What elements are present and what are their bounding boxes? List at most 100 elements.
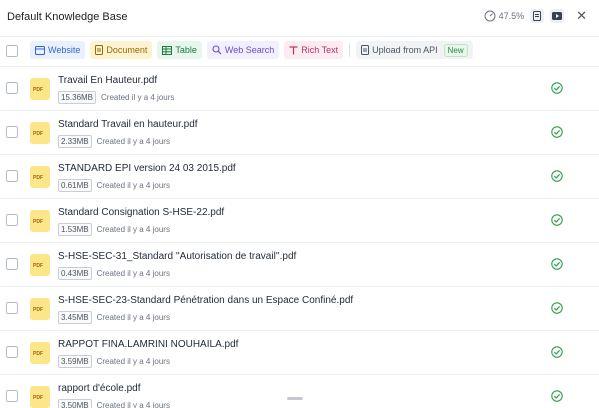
file-size-badge: 2.33MB xyxy=(58,135,92,148)
source-chips: Website Document Table Web Search Rich T… xyxy=(30,41,473,59)
file-type-label: PDF xyxy=(33,219,43,225)
dialog-header: Default Knowledge Base 47.5% ✕ xyxy=(0,0,599,37)
check-circle-icon xyxy=(551,346,563,358)
file-type-label: PDF xyxy=(33,351,43,357)
file-meta: 3.50MB Created il y a 4 jours xyxy=(58,399,170,408)
file-meta: 0.43MB Created il y a 4 jours xyxy=(58,267,170,280)
text-icon xyxy=(289,45,298,54)
file-row[interactable]: PDF S-HSE-SEC-31_Standard ''Autorisation… xyxy=(0,243,599,287)
file-meta: 15.36MB Created il y a 4 jours xyxy=(58,91,174,104)
file-created-date: Created il y a 4 jours xyxy=(96,313,170,322)
close-icon[interactable]: ✕ xyxy=(576,9,587,23)
row-checkbox[interactable] xyxy=(6,390,18,402)
knowledge-base-title: Default Knowledge Base xyxy=(7,11,128,23)
file-size-badge: 3.45MB xyxy=(58,311,92,324)
pdf-file-icon: PDF xyxy=(30,166,50,188)
document-label: Document xyxy=(106,45,148,55)
row-checkbox[interactable] xyxy=(6,346,18,358)
file-created-date: Created il y a 4 jours xyxy=(101,93,175,102)
select-all-checkbox[interactable] xyxy=(6,45,18,57)
rich-text-label: Rich Text xyxy=(301,45,339,55)
scroll-handle[interactable] xyxy=(287,397,303,400)
row-checkbox[interactable] xyxy=(6,258,18,270)
file-name[interactable]: S-HSE-SEC-31_Standard ''Autorisation de … xyxy=(58,251,296,262)
file-type-label: PDF xyxy=(33,87,43,93)
check-circle-icon xyxy=(551,258,563,270)
file-row[interactable]: PDF S-HSE-SEC-23-Standard Pénétration da… xyxy=(0,287,599,331)
file-type-label: PDF xyxy=(33,131,43,137)
file-type-label: PDF xyxy=(33,263,43,269)
file-type-label: PDF xyxy=(33,395,43,401)
file-name[interactable]: RAPPOT FINA.LAMRINI NOUHAILA.pdf xyxy=(58,339,238,350)
file-created-date: Created il y a 4 jours xyxy=(96,137,170,146)
row-checkbox[interactable] xyxy=(6,82,18,94)
file-row[interactable]: PDF RAPPOT FINA.LAMRINI NOUHAILA.pdf 3.5… xyxy=(0,331,599,375)
file-row[interactable]: PDF Travail En Hauteur.pdf 15.36MB Creat… xyxy=(0,67,599,111)
check-circle-icon xyxy=(551,82,563,94)
file-size-badge: 1.53MB xyxy=(58,223,92,236)
file-size-badge: 3.50MB xyxy=(58,399,92,408)
file-size-badge: 0.43MB xyxy=(58,267,92,280)
file-row[interactable]: PDF Standard Consignation S-HSE-22.pdf 1… xyxy=(0,199,599,243)
row-checkbox[interactable] xyxy=(6,214,18,226)
pdf-file-icon: PDF xyxy=(30,254,50,276)
file-size-badge: 15.36MB xyxy=(58,91,97,104)
check-circle-icon xyxy=(551,302,563,314)
file-meta: 1.53MB Created il y a 4 jours xyxy=(58,223,170,236)
file-created-date: Created il y a 4 jours xyxy=(96,401,170,408)
upload-from-api-button[interactable]: Upload from API New xyxy=(356,41,473,59)
usage-percent: 47.5% xyxy=(498,11,525,21)
web-search-label: Web Search xyxy=(224,45,275,55)
pdf-file-icon: PDF xyxy=(30,342,50,364)
header-actions: 47.5% ✕ xyxy=(484,9,587,23)
row-checkbox[interactable] xyxy=(6,126,18,138)
file-meta: 3.59MB Created il y a 4 jours xyxy=(58,355,170,368)
file-meta: 3.45MB Created il y a 4 jours xyxy=(58,311,170,324)
file-meta: 2.33MB Created il y a 4 jours xyxy=(58,135,170,148)
pdf-file-icon: PDF xyxy=(30,122,50,144)
pdf-file-icon: PDF xyxy=(30,78,50,100)
pdf-file-icon: PDF xyxy=(30,386,50,408)
check-circle-icon xyxy=(551,214,563,226)
video-view-button[interactable] xyxy=(550,9,565,23)
row-checkbox[interactable] xyxy=(6,302,18,314)
row-checkbox[interactable] xyxy=(6,170,18,182)
file-name[interactable]: S-HSE-SEC-23-Standard Pénétration dans u… xyxy=(58,295,353,306)
file-name[interactable]: Standard Consignation S-HSE-22.pdf xyxy=(58,207,224,218)
video-icon xyxy=(552,12,563,20)
check-circle-icon xyxy=(551,126,563,138)
file-created-date: Created il y a 4 jours xyxy=(96,225,170,234)
rich-text-button[interactable]: Rich Text xyxy=(284,41,344,59)
check-circle-icon xyxy=(551,390,563,402)
website-button[interactable]: Website xyxy=(30,41,86,59)
gauge-icon xyxy=(484,10,496,22)
document-button[interactable]: Document xyxy=(90,41,153,59)
file-upload-icon xyxy=(361,45,370,55)
check-circle-icon xyxy=(551,170,563,182)
document-icon xyxy=(533,11,542,21)
toolbar-divider xyxy=(349,43,351,57)
document-icon xyxy=(95,45,104,55)
file-row[interactable]: PDF rapport d'école.pdf 3.50MB Created i… xyxy=(0,375,599,408)
table-button[interactable]: Table xyxy=(157,41,202,59)
file-name[interactable]: Travail En Hauteur.pdf xyxy=(58,75,157,86)
file-created-date: Created il y a 4 jours xyxy=(96,181,170,190)
file-created-date: Created il y a 4 jours xyxy=(96,357,170,366)
file-type-label: PDF xyxy=(33,175,43,181)
file-row[interactable]: PDF STANDARD EPI version 24 03 2015.pdf … xyxy=(0,155,599,199)
web-search-button[interactable]: Web Search xyxy=(206,41,280,59)
pdf-file-icon: PDF xyxy=(30,298,50,320)
file-row[interactable]: PDF Standard Travail en hauteur.pdf 2.33… xyxy=(0,111,599,155)
file-type-label: PDF xyxy=(33,307,43,313)
file-created-date: Created il y a 4 jours xyxy=(96,269,170,278)
file-name[interactable]: rapport d'école.pdf xyxy=(58,383,141,394)
search-icon xyxy=(212,45,222,55)
file-name[interactable]: STANDARD EPI version 24 03 2015.pdf xyxy=(58,163,236,174)
new-badge: New xyxy=(443,43,468,57)
file-size-badge: 3.59MB xyxy=(58,355,92,368)
document-view-button[interactable] xyxy=(530,9,545,23)
website-label: Website xyxy=(48,45,81,55)
file-name[interactable]: Standard Travail en hauteur.pdf xyxy=(58,119,198,130)
globe-icon xyxy=(35,45,45,55)
table-icon xyxy=(162,45,173,55)
